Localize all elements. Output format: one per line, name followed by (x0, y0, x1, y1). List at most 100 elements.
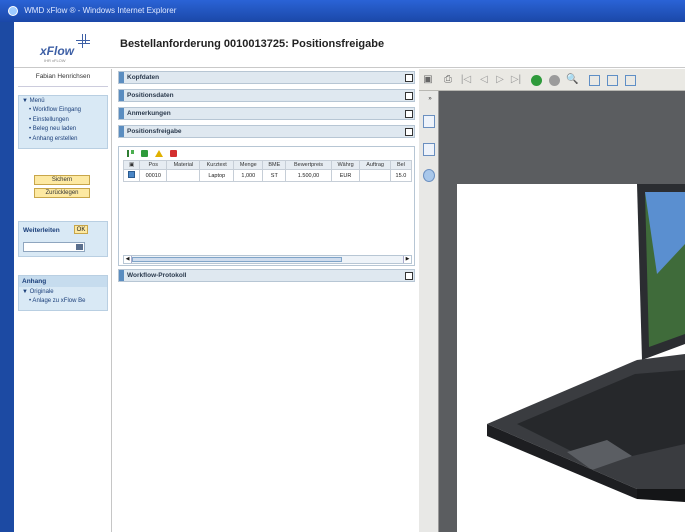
document-page (457, 184, 685, 532)
logo-grid-icon (76, 34, 90, 48)
logo-tagline: IHR xFLOW (44, 58, 66, 63)
app-header: xFlow IHR xFLOW Bestellanforderung 00100… (14, 22, 685, 68)
table-cell: 1,000 (233, 169, 264, 182)
table-cell: Laptop (199, 169, 235, 182)
next-page-icon[interactable]: ▷ (494, 74, 506, 86)
table-cell: ST (262, 169, 287, 182)
section-accent (119, 90, 124, 101)
menu-toggle[interactable]: ▼ Menü (19, 98, 107, 104)
viewer-toolbar: ▣ ⎙ |◁ ◁ ▷ ▷| 🔍 (419, 69, 685, 91)
window-title: WMD xFlow ® - Windows Internet Explorer (24, 6, 177, 15)
column-header[interactable]: Menge (233, 160, 264, 170)
page-title: Bestellanforderung 0010013725: Positions… (120, 38, 385, 50)
fit-width-icon[interactable] (607, 75, 618, 86)
column-header[interactable]: Auftrag (359, 160, 391, 170)
position-table: ▣ Pos Material Kurztext Menge BME Bewert… (122, 160, 413, 182)
scroll-left-icon[interactable]: ◀ (124, 256, 132, 263)
ie-icon (8, 5, 18, 16)
forward-ok-button[interactable]: OK (74, 225, 88, 234)
collapse-sidebar-icon[interactable]: » (424, 93, 436, 105)
magnifier-icon[interactable]: 🔍 (566, 74, 578, 86)
zoom-in-icon[interactable] (531, 75, 542, 86)
select-all-icon[interactable]: ▣ (122, 160, 141, 170)
zoom-out-icon[interactable] (549, 75, 560, 86)
column-header[interactable]: Pos (139, 160, 168, 170)
menu-item-einstellungen[interactable]: • Einstellungen (19, 116, 107, 126)
app-window: xFlow IHR xFLOW Bestellanforderung 00100… (14, 22, 685, 532)
user-name: Fabian Henrichsen (18, 73, 108, 87)
row-selector[interactable] (122, 169, 141, 182)
menu-item-anhang-erstellen[interactable]: • Anhang erstellen (19, 135, 107, 145)
row-select-icon[interactable] (128, 171, 136, 178)
scroll-right-icon[interactable]: ▶ (403, 256, 411, 263)
main-content: Kopfdaten Positionsdaten Anmerkungen Pos… (114, 69, 417, 532)
section-label: Anmerkungen (127, 110, 171, 117)
menu-item-beleg-neu-laden[interactable]: • Beleg neu laden (19, 125, 107, 135)
column-header[interactable]: Währg (330, 160, 361, 170)
table-cell: EUR (330, 169, 361, 182)
window-titlebar: WMD xFlow ® - Windows Internet Explorer (0, 0, 685, 22)
last-page-icon[interactable]: ▷| (510, 74, 522, 86)
view-mode-icon[interactable] (625, 75, 636, 86)
section-accent (119, 270, 124, 281)
warning-icon[interactable] (154, 150, 163, 157)
document-viewer: ▣ ⎙ |◁ ◁ ▷ ▷| 🔍 » (419, 69, 685, 532)
attachment-item[interactable]: • Anlage zu xFlow Be (19, 297, 107, 307)
dropdown-arrow-icon[interactable] (75, 243, 84, 251)
attachments-icon[interactable] (423, 143, 435, 156)
table-row[interactable]: 00010 Laptop 1,000 ST 1.500,00 EUR 15.0 (122, 169, 413, 182)
menu-item-workflow-eingang[interactable]: • Workflow Eingang (19, 106, 107, 116)
viewer-sidebar: » (419, 91, 439, 532)
approve-icon[interactable] (140, 150, 148, 157)
section-workflow-protokoll[interactable]: Workflow-Protokoll (118, 269, 415, 282)
forward-panel: Weiterleiten OK (18, 221, 108, 257)
section-accent (119, 108, 124, 119)
scrollbar-thumb[interactable] (132, 257, 342, 262)
table-cell (359, 169, 391, 182)
section-accent (119, 126, 124, 137)
expand-icon[interactable] (405, 110, 413, 118)
first-page-icon[interactable]: |◁ (460, 74, 472, 86)
layers-icon[interactable] (423, 169, 435, 182)
column-header[interactable]: Material (166, 160, 201, 170)
expand-icon[interactable] (405, 92, 413, 100)
column-header[interactable]: Kurztext (199, 160, 235, 170)
section-positionsfreigabe[interactable]: Positionsfreigabe (118, 125, 415, 138)
section-anmerkungen[interactable]: Anmerkungen (118, 107, 415, 120)
positionsfreigabe-panel: ▣ Pos Material Kurztext Menge BME Bewert… (118, 146, 415, 266)
expand-icon[interactable] (405, 74, 413, 82)
approval-toolbar (127, 150, 182, 158)
previous-page-icon[interactable]: ◁ (478, 74, 490, 86)
table-cell: 1.500,00 (285, 169, 332, 182)
flag-icon[interactable] (127, 150, 134, 157)
save-icon[interactable]: ▣ (422, 74, 434, 86)
expand-icon[interactable] (405, 272, 413, 280)
sidebar: Fabian Henrichsen ▼ Menü • Workflow Eing… (14, 69, 112, 532)
section-label: Positionsfreigabe (127, 128, 182, 135)
column-header[interactable]: Bewertpreis (285, 160, 332, 170)
reject-icon[interactable] (169, 150, 177, 157)
table-cell: 15.0 (389, 169, 413, 182)
print-icon[interactable]: ⎙ (442, 74, 454, 86)
forward-label: Weiterleiten (23, 227, 60, 234)
table-cell (166, 169, 201, 182)
forward-recipient-select[interactable] (23, 242, 85, 252)
logo-word: xFlow (40, 44, 75, 58)
section-kopfdaten[interactable]: Kopfdaten (118, 71, 415, 84)
attachment-group-originale[interactable]: ▼ Originale (19, 289, 107, 295)
save-button[interactable]: Sichern (34, 175, 90, 185)
table-header-row: ▣ Pos Material Kurztext Menge BME Bewert… (122, 160, 413, 170)
table-cell: 00010 (139, 169, 168, 182)
fit-page-icon[interactable] (589, 75, 600, 86)
horizontal-scrollbar[interactable]: ◀ ▶ (123, 255, 412, 264)
section-label: Kopfdaten (127, 74, 160, 81)
pages-icon[interactable] (423, 115, 435, 128)
column-header[interactable]: BME (262, 160, 287, 170)
menu-panel: ▼ Menü • Workflow Eingang • Einstellunge… (18, 95, 108, 149)
column-header[interactable]: Bel (389, 160, 413, 170)
collapse-icon[interactable] (405, 128, 413, 136)
xflow-logo: xFlow IHR xFLOW (40, 34, 100, 64)
section-positionsdaten[interactable]: Positionsdaten (118, 89, 415, 102)
section-label: Positionsdaten (127, 92, 174, 99)
reset-button[interactable]: Zurücklegen (34, 188, 90, 198)
